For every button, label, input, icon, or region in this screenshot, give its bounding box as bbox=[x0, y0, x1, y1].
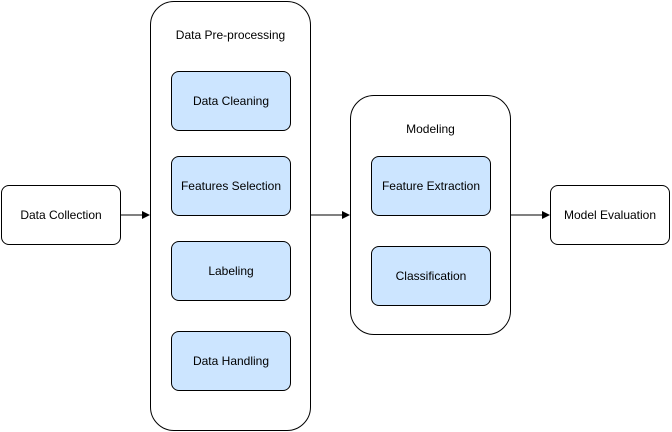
model-evaluation-node[interactable]: Model Evaluation bbox=[550, 185, 670, 245]
labeling-step[interactable]: Labeling bbox=[171, 241, 291, 301]
data-collection-node[interactable]: Data Collection bbox=[1, 185, 121, 245]
modeling-group[interactable]: Modeling Feature Extraction Classificati… bbox=[350, 95, 511, 335]
data-handling-label: Data Handling bbox=[192, 354, 270, 368]
features-selection-step[interactable]: Features Selection bbox=[171, 156, 291, 216]
data-collection-label: Data Collection bbox=[20, 208, 102, 222]
data-cleaning-label: Data Cleaning bbox=[192, 94, 270, 108]
classification-label: Classification bbox=[395, 269, 467, 283]
preprocessing-group[interactable]: Data Pre-processing Data Cleaning Featur… bbox=[150, 1, 311, 431]
data-handling-step[interactable]: Data Handling bbox=[171, 331, 291, 391]
features-selection-label: Features Selection bbox=[180, 179, 282, 193]
modeling-title: Modeling bbox=[406, 122, 455, 136]
labeling-label: Labeling bbox=[208, 264, 254, 278]
model-evaluation-label: Model Evaluation bbox=[563, 208, 657, 222]
classification-step[interactable]: Classification bbox=[371, 246, 491, 306]
feature-extraction-step[interactable]: Feature Extraction bbox=[371, 156, 491, 216]
feature-extraction-label: Feature Extraction bbox=[381, 179, 481, 193]
preprocessing-title: Data Pre-processing bbox=[175, 28, 286, 42]
data-cleaning-step[interactable]: Data Cleaning bbox=[171, 71, 291, 131]
